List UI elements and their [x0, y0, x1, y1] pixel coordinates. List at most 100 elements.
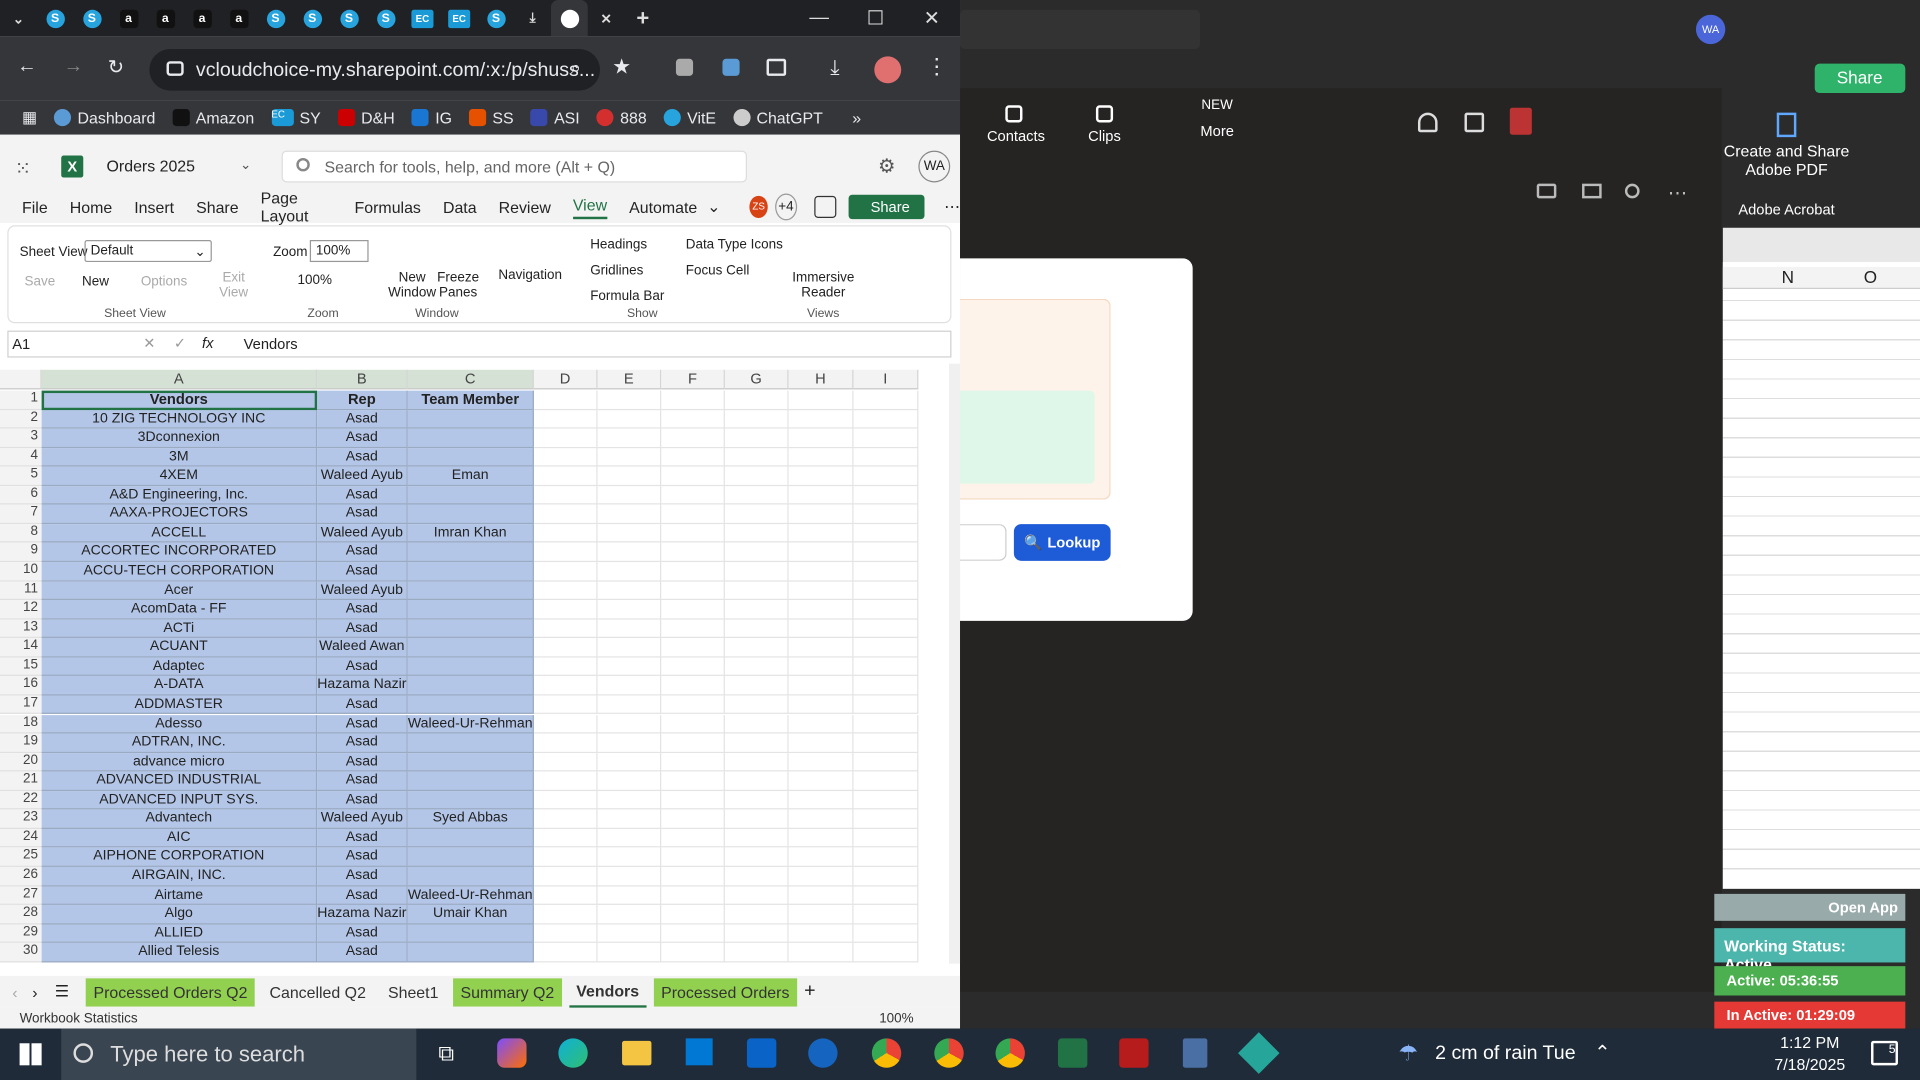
search-input[interactable]: Search for tools, help, and more (Alt + …	[281, 150, 747, 183]
empty-cell[interactable]	[533, 428, 598, 448]
column-header[interactable]: H	[788, 369, 854, 390]
empty-cell[interactable]	[788, 504, 854, 524]
table-cell[interactable]: Asad	[317, 428, 408, 448]
share-screen-icon[interactable]	[1582, 183, 1602, 199]
empty-cell[interactable]	[853, 695, 919, 715]
empty-cell[interactable]	[788, 733, 854, 753]
row-header[interactable]: 22	[0, 790, 42, 810]
row-header[interactable]: 28	[0, 905, 42, 925]
empty-cell[interactable]	[661, 447, 725, 467]
empty-cell[interactable]	[724, 390, 789, 410]
empty-cell[interactable]	[597, 581, 662, 601]
tab-2[interactable]: S	[73, 0, 110, 37]
empty-cell[interactable]	[533, 924, 598, 944]
bell-icon[interactable]	[1417, 112, 1438, 133]
empty-cell[interactable]	[788, 543, 854, 563]
table-cell[interactable]: Waleed Ayub	[317, 581, 408, 601]
row-header[interactable]: 20	[0, 752, 42, 772]
tab-file[interactable]: File	[22, 198, 48, 216]
collaborator-avatar[interactable]: ZS	[749, 195, 768, 218]
table-cell[interactable]: Asad	[317, 504, 408, 524]
empty-cell[interactable]	[788, 390, 854, 410]
taskbar-search[interactable]: Type here to search	[61, 1028, 417, 1080]
teams-search-box[interactable]	[960, 9, 1201, 49]
empty-cell[interactable]	[853, 543, 919, 563]
xl2-grid[interactable]: N O	[1722, 262, 1920, 889]
table-cell[interactable]	[407, 733, 534, 753]
empty-cell[interactable]	[853, 733, 919, 753]
avatar[interactable]: WA	[918, 150, 951, 183]
row-header[interactable]: 8	[0, 523, 42, 543]
teams-avatar[interactable]: WA	[1695, 14, 1726, 45]
ellipsis-icon[interactable]: ⋯	[1668, 181, 1688, 205]
empty-cell[interactable]	[853, 790, 919, 810]
store-icon[interactable]	[685, 1038, 713, 1066]
bookmark-dashboard[interactable]: Dashboard	[54, 108, 155, 127]
empty-cell[interactable]	[788, 885, 854, 905]
forward-icon[interactable]: →	[64, 56, 84, 78]
empty-cell[interactable]	[597, 447, 662, 467]
header-cell[interactable]: Vendors	[41, 390, 318, 410]
bookmark-888[interactable]: 888	[596, 108, 647, 127]
table-cell[interactable]: Hazama Nazir	[317, 905, 408, 925]
table-cell[interactable]	[407, 619, 534, 639]
empty-cell[interactable]	[724, 657, 789, 677]
tab-5[interactable]: a	[184, 0, 221, 37]
sheet-tab[interactable]: Cancelled Q2	[262, 978, 373, 1006]
empty-cell[interactable]	[724, 562, 789, 582]
empty-cell[interactable]	[597, 543, 662, 563]
empty-cell[interactable]	[597, 562, 662, 582]
tab-11[interactable]: EC	[404, 0, 441, 37]
empty-cell[interactable]	[788, 409, 854, 429]
empty-cell[interactable]	[597, 828, 662, 848]
more-bookmarks-icon[interactable]: »	[852, 108, 861, 126]
table-cell[interactable]: Imran Khan	[407, 523, 534, 543]
column-header[interactable]: D	[533, 369, 598, 390]
table-cell[interactable]: Asad	[317, 543, 408, 563]
empty-cell[interactable]	[853, 619, 919, 639]
empty-cell[interactable]	[597, 638, 662, 658]
bookmark-dh[interactable]: D&H	[337, 108, 395, 127]
tab-active[interactable]	[551, 0, 588, 37]
column-header[interactable]: I	[853, 369, 919, 390]
empty-cell[interactable]	[661, 638, 725, 658]
table-cell[interactable]	[407, 428, 534, 448]
table-cell[interactable]: Advantech	[41, 809, 318, 829]
table-cell[interactable]: Asad	[317, 752, 408, 772]
empty-cell[interactable]	[788, 905, 854, 925]
empty-cell[interactable]	[853, 657, 919, 677]
empty-cell[interactable]	[853, 771, 919, 791]
table-cell[interactable]: Asad	[317, 409, 408, 429]
empty-cell[interactable]	[788, 790, 854, 810]
table-cell[interactable]: AIRGAIN, INC.	[41, 866, 318, 886]
table-cell[interactable]	[407, 924, 534, 944]
chevron-down-icon[interactable]: ⌄	[240, 157, 251, 173]
tab-7[interactable]: S	[257, 0, 294, 37]
table-cell[interactable]: AAXA-PROJECTORS	[41, 504, 318, 524]
empty-cell[interactable]	[533, 485, 598, 505]
zoom-100-button[interactable]: 100%	[298, 273, 332, 288]
table-cell[interactable]	[407, 790, 534, 810]
empty-cell[interactable]	[724, 885, 789, 905]
more-button[interactable]: NEW More	[1183, 98, 1252, 140]
tab-review[interactable]: Review	[499, 198, 551, 216]
table-cell[interactable]	[407, 771, 534, 791]
empty-cell[interactable]	[533, 866, 598, 886]
empty-cell[interactable]	[788, 562, 854, 582]
empty-cell[interactable]	[853, 600, 919, 620]
empty-cell[interactable]	[724, 771, 789, 791]
empty-cell[interactable]	[597, 790, 662, 810]
extension-icon[interactable]	[675, 58, 694, 76]
status-zoom[interactable]: 100%	[879, 1011, 913, 1026]
freeze-panes-button[interactable]: Freeze Panes	[437, 271, 479, 300]
comment-icon[interactable]	[814, 195, 837, 218]
table-cell[interactable]	[407, 695, 534, 715]
column-header[interactable]: A	[41, 369, 318, 390]
table-cell[interactable]: 3M	[41, 447, 318, 467]
empty-cell[interactable]	[724, 600, 789, 620]
empty-cell[interactable]	[533, 657, 598, 677]
copilot-icon[interactable]	[497, 1038, 527, 1068]
empty-cell[interactable]	[788, 657, 854, 677]
empty-cell[interactable]	[533, 676, 598, 696]
table-cell[interactable]: Asad	[317, 485, 408, 505]
